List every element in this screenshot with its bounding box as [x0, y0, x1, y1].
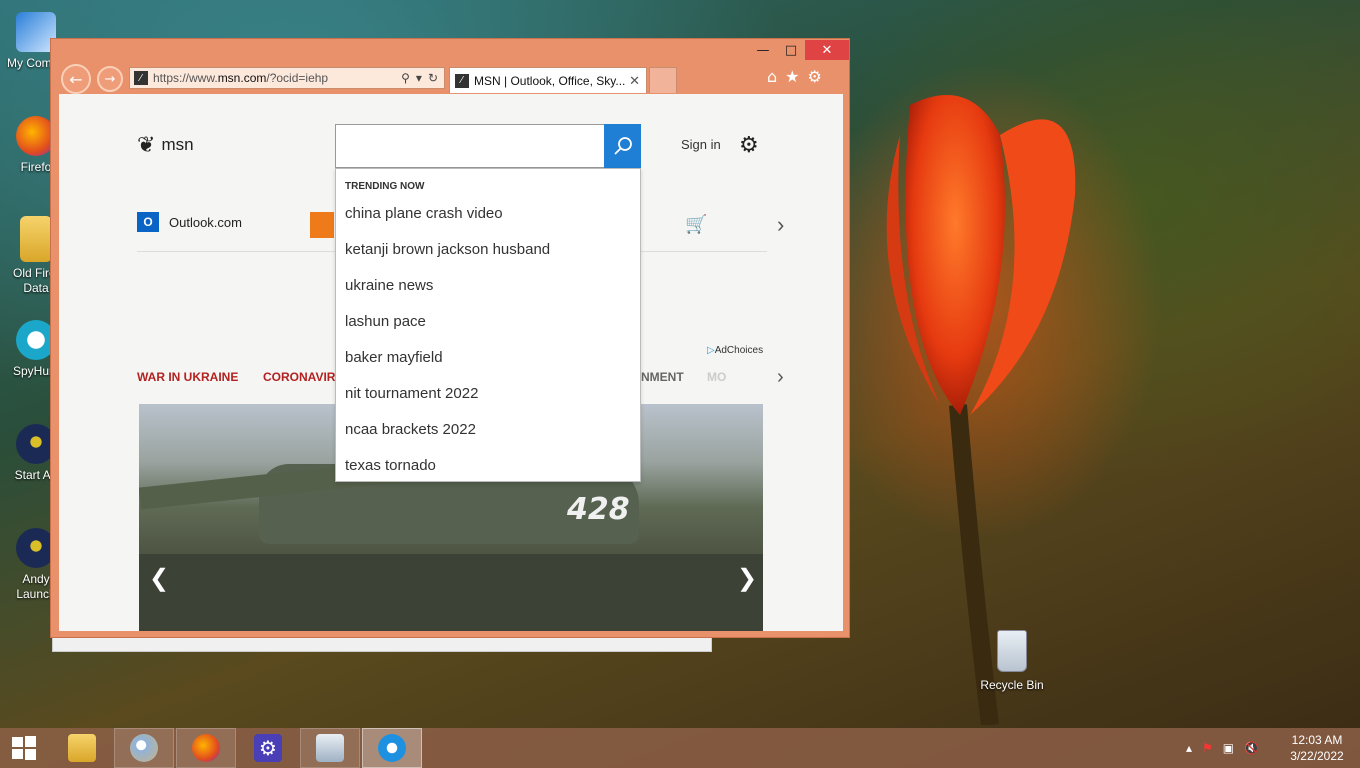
- dropdown-arrow-icon[interactable]: ▾: [416, 71, 422, 85]
- suggestion-item[interactable]: texas tornado: [345, 457, 436, 474]
- taskbar-file-explorer[interactable]: [52, 728, 112, 768]
- nav-war-in-ukraine[interactable]: WAR IN UKRAINE: [137, 370, 238, 384]
- msn-favicon: ⁄: [455, 73, 469, 88]
- taskbar-firefox[interactable]: [176, 728, 236, 768]
- nav-coronavirus[interactable]: CORONAVIR: [263, 370, 335, 384]
- taskbar-internet-explorer[interactable]: [362, 728, 422, 768]
- msn-favicon: ⁄: [134, 71, 148, 85]
- sign-in-link[interactable]: Sign in: [681, 137, 721, 152]
- tab-close-icon[interactable]: ✕: [629, 73, 640, 89]
- show-hidden-icons-icon[interactable]: ▴: [1186, 741, 1192, 755]
- tulip-wallpaper: [886, 95, 1076, 725]
- shopping-cart-icon[interactable]: 🛒: [685, 214, 707, 235]
- volume-muted-icon[interactable]: 🔇: [1244, 741, 1259, 755]
- recycle-bin-icon: [997, 630, 1027, 672]
- suggestion-item[interactable]: ketanji brown jackson husband: [345, 241, 550, 258]
- suggestion-item[interactable]: china plane crash video: [345, 205, 503, 222]
- home-icon[interactable]: ⌂: [767, 67, 777, 86]
- ie-browser-window: — □ ✕ ← → ⁄ https://www. msn.com/?ocid=ie…: [50, 38, 850, 638]
- adchoices-link[interactable]: ▷AdChoices: [707, 345, 763, 356]
- folder-icon: [20, 216, 52, 262]
- taskbar-resource-monitor[interactable]: [300, 728, 360, 768]
- desktop-icon-recycle-bin[interactable]: Recycle Bin: [978, 630, 1046, 692]
- quicklink-outlook-label: Outlook.com: [169, 214, 242, 230]
- address-domain: msn.com: [217, 71, 267, 85]
- msn-logo-text: msn: [161, 135, 194, 154]
- taskbar-clock[interactable]: 12:03 AM 3/22/2022: [1282, 732, 1352, 764]
- msn-logo[interactable]: ❦ msn: [137, 132, 194, 158]
- paint-palette-icon: [130, 734, 158, 762]
- outlook-icon: O: [137, 212, 159, 232]
- tank-number: 428: [567, 492, 630, 527]
- category-next-icon[interactable]: ›: [777, 366, 784, 389]
- tab-msn[interactable]: ⁄ MSN | Outlook, Office, Sky... ✕: [449, 67, 647, 93]
- tank-hull: [139, 554, 763, 631]
- clock-time: 12:03 AM: [1291, 733, 1343, 747]
- tools-gear-icon[interactable]: ⚙: [808, 67, 822, 86]
- forward-button[interactable]: →: [97, 66, 123, 92]
- system-tray: ▴ ⚑ ▣ 🔇: [1186, 728, 1259, 768]
- carousel-prev-icon[interactable]: ❮: [149, 564, 169, 593]
- search-button[interactable]: [604, 124, 641, 168]
- msn-butterfly-icon: ❦: [137, 132, 156, 157]
- favorites-star-icon[interactable]: ★: [785, 67, 799, 86]
- suggestion-item[interactable]: ukraine news: [345, 277, 433, 294]
- firefox-icon: [192, 734, 220, 762]
- start-button[interactable]: [0, 728, 48, 768]
- refresh-icon[interactable]: ↻: [428, 71, 438, 85]
- monitor-chart-icon: [316, 734, 344, 762]
- address-path: /?ocid=iehp: [266, 71, 329, 85]
- home-depot-icon[interactable]: [310, 212, 334, 238]
- folder-icon: [68, 734, 96, 762]
- suggestion-item[interactable]: baker mayfield: [345, 349, 443, 366]
- tab-title: MSN | Outlook, Office, Sky...: [474, 73, 626, 88]
- search-box: [335, 124, 641, 168]
- carousel-next-icon[interactable]: ❯: [737, 564, 757, 593]
- suggestion-item[interactable]: lashun pace: [345, 313, 426, 330]
- adchoices-icon: ▷: [707, 345, 715, 356]
- address-prefix: https://www.: [153, 71, 218, 85]
- trending-header: TRENDING NOW: [345, 181, 425, 192]
- search-input[interactable]: [336, 125, 596, 165]
- suggestion-item[interactable]: ncaa brackets 2022: [345, 421, 476, 438]
- quicklink-outlook[interactable]: O Outlook.com: [137, 212, 242, 232]
- action-center-flag-icon[interactable]: ⚑: [1202, 741, 1213, 755]
- search-icon: [613, 137, 632, 155]
- taskbar: ⚙ ▴ ⚑ ▣ 🔇 12:03 AM 3/22/2022: [0, 728, 1360, 768]
- internet-explorer-icon: [378, 734, 406, 762]
- nav-more[interactable]: MO: [707, 370, 726, 384]
- clock-date: 3/22/2022: [1290, 749, 1344, 763]
- back-button[interactable]: ←: [61, 64, 91, 94]
- quicklinks-next-icon[interactable]: ›: [777, 212, 784, 238]
- recycle-bin-label: Recycle Bin: [980, 678, 1044, 692]
- new-tab-button[interactable]: [649, 67, 677, 93]
- search-suggestions: TRENDING NOW china plane crash video ket…: [335, 168, 641, 482]
- address-bar[interactable]: ⁄ https://www. msn.com/?ocid=iehp ⚲ ▾ ↻: [129, 67, 445, 89]
- taskbar-settings[interactable]: ⚙: [238, 728, 298, 768]
- adchoices-label: AdChoices: [714, 345, 764, 356]
- search-icon[interactable]: ⚲: [401, 71, 410, 85]
- close-button[interactable]: ✕: [805, 40, 849, 60]
- settings-gear-icon: ⚙: [254, 734, 282, 762]
- background-window-edge: [52, 636, 712, 652]
- minimize-button[interactable]: —: [749, 40, 777, 60]
- settings-gear-icon[interactable]: ⚙: [739, 132, 759, 158]
- suggestion-item[interactable]: nit tournament 2022: [345, 385, 478, 402]
- maximize-button[interactable]: □: [777, 40, 805, 60]
- nav-entertainment[interactable]: NMENT: [641, 370, 684, 384]
- windows-logo-icon: [12, 736, 36, 760]
- taskbar-paint[interactable]: [114, 728, 174, 768]
- network-icon[interactable]: ▣: [1223, 741, 1234, 755]
- msn-page: ❦ msn Sign in ⚙ O Outlook.com 🛒 › ▷AdCho…: [59, 94, 843, 631]
